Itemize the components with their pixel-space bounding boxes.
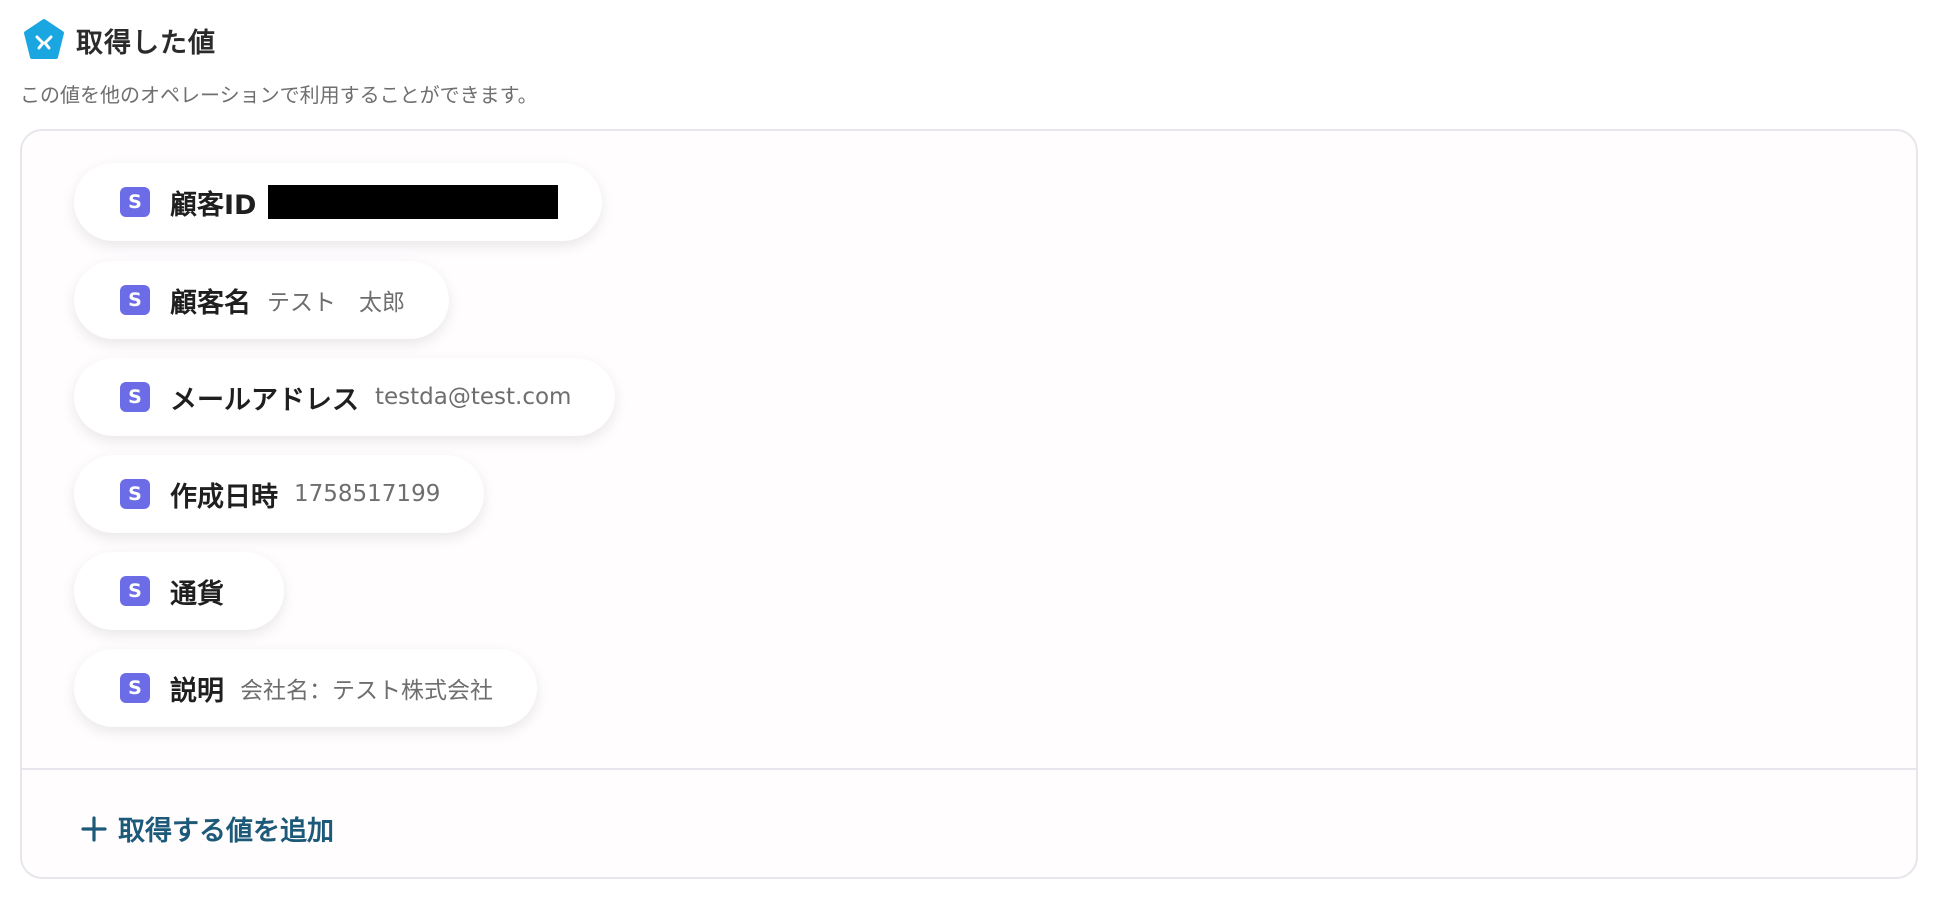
value-chip-value: 1758517199 [294,481,441,507]
section-description: この値を他のオペレーションで利用することができます。 [20,83,538,107]
section-header: 取得した値 [22,18,216,62]
panel-divider [22,768,1916,770]
value-chip-label: 顧客名 [170,287,251,319]
add-value-button[interactable]: 取得する値を追加 [80,809,334,848]
value-chip-currency[interactable]: S 通貨 [74,552,284,630]
stripe-s-icon: S [120,187,150,217]
value-chip-description[interactable]: S 説明 会社名：テスト株式会社 [74,649,537,727]
value-chip-created-at[interactable]: S 作成日時 1758517199 [74,455,485,533]
value-chip-label: 顧客ID [170,189,257,221]
stripe-s-icon: S [120,382,150,412]
value-chip-value: 会社名：テスト株式会社 [240,678,493,704]
section-title: 取得した値 [76,27,216,59]
value-chip-label: 説明 [170,675,224,707]
value-chip-customer-name[interactable]: S 顧客名 テスト 太郎 [74,261,449,339]
value-chip-value: テスト 太郎 [267,290,405,316]
plus-icon [81,815,107,842]
stripe-s-icon: S [120,576,150,606]
add-value-label: 取得する値を追加 [118,816,334,847]
stripe-s-icon: S [120,479,150,509]
stripe-s-icon: S [120,673,150,703]
stripe-s-icon: S [120,285,150,315]
value-chip-customer-id[interactable]: S 顧客ID [74,163,603,241]
yoom-logo-icon [24,19,64,59]
redacted-value [268,185,559,219]
value-chip-label: 通貨 [170,578,224,610]
value-chip-label: 作成日時 [170,481,278,513]
value-chip-email[interactable]: S メールアドレス testda@test.com [74,358,616,436]
value-chip-value: testda@test.com [375,384,572,410]
extracted-values-panel: S 顧客ID S 顧客名 テスト 太郎 S メールアドレス testda@tes… [20,129,1918,879]
value-chip-label: メールアドレス [170,384,359,416]
